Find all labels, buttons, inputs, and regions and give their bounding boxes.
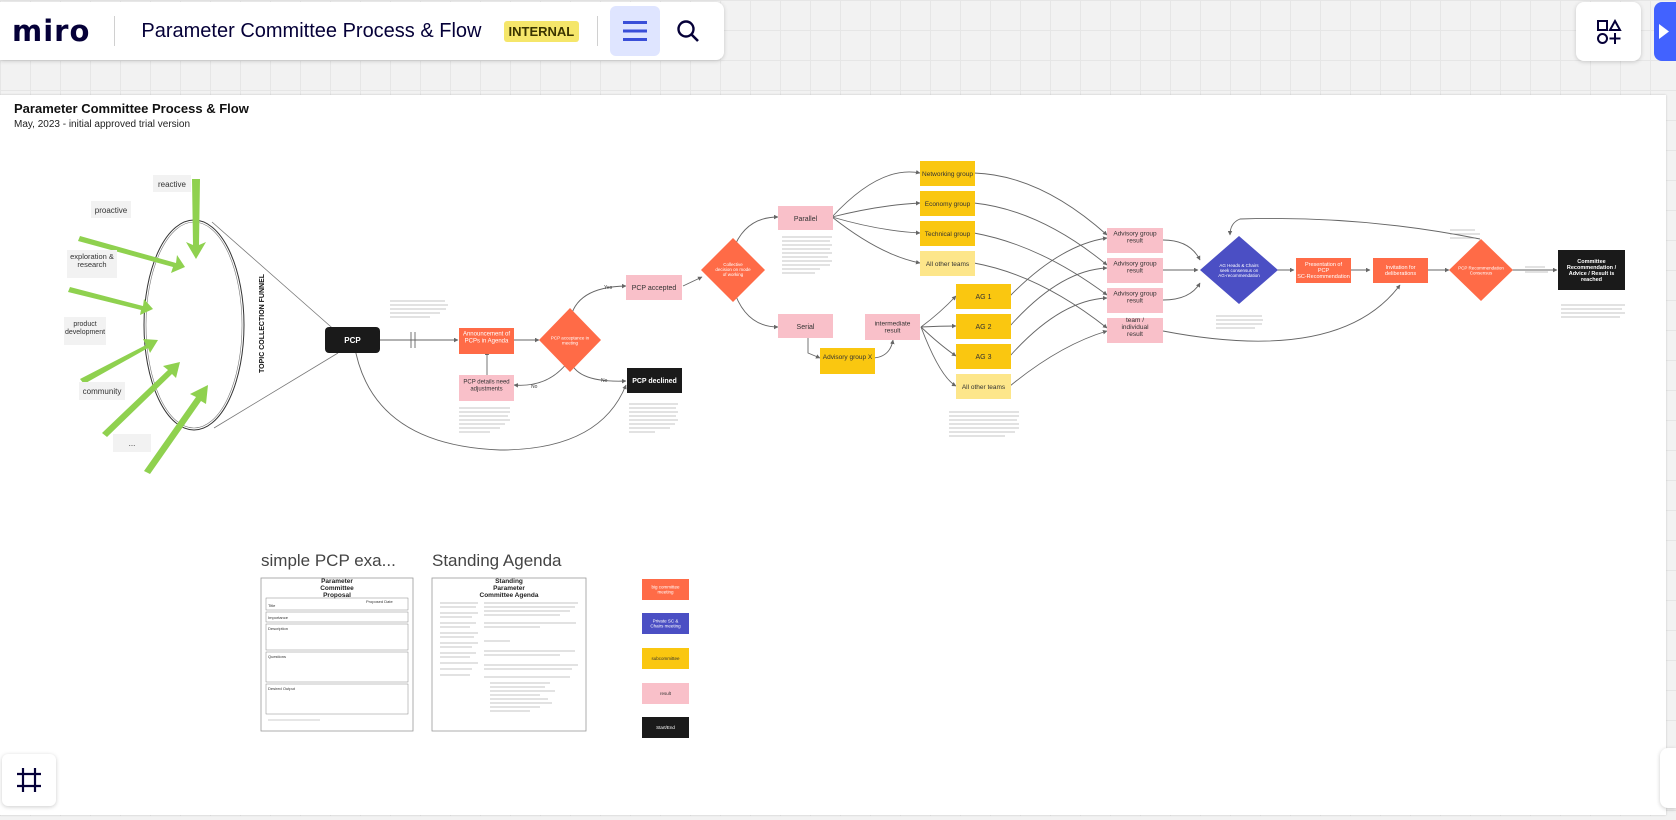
hamburger-icon <box>623 21 648 41</box>
node-pcp-details[interactable]: PCP details need adjustments <box>459 375 514 401</box>
funnel-label: TOPIC COLLECTION FUNNEL <box>259 273 266 373</box>
node-consensus[interactable]: PCP Recommendation Consensus <box>1449 239 1513 301</box>
flow-diagram: Parameter Committee Process & Flow May, … <box>14 101 1625 738</box>
proposal-row: Proposed Date <box>366 599 393 604</box>
toolbar-divider <box>597 16 599 46</box>
shapes-icon <box>1596 18 1622 44</box>
node-pcp-accepted[interactable]: PCP accepted <box>626 275 682 300</box>
legend-item: Private SC & Chairs meeting <box>650 619 681 629</box>
legend-item: result <box>660 691 672 696</box>
node-all-other-1[interactable]: All other teams <box>920 251 975 276</box>
top-toolbar: miro Parameter Committee Process & Flow … <box>0 2 724 60</box>
miro-logo: miro <box>12 14 91 48</box>
node-announcement[interactable]: Announcement of PCPs in Agenda <box>459 328 514 354</box>
svg-text:PCP: PCP <box>344 336 361 345</box>
simple-pcp-title: simple PCP exa... <box>261 551 396 570</box>
svg-text:AG Heads & Chairsseek consensu: AG Heads & Chairs seek consensus on AG-rec… <box>1218 263 1260 278</box>
svg-text:All other teams: All other teams <box>962 384 1006 391</box>
proposal-doc[interactable]: Parameter Committee Proposal Title Propose… <box>260 577 414 732</box>
node-advisory-x[interactable]: Advisory group X <box>820 348 875 374</box>
proposal-row: Questions <box>268 654 286 659</box>
edge-label-no: No <box>531 384 538 390</box>
internal-badge[interactable]: INTERNAL <box>503 20 580 42</box>
node-ag3[interactable]: AG 3 <box>956 344 1011 369</box>
proposal-row: Importance <box>268 615 289 620</box>
input-note: community <box>83 387 122 396</box>
svg-text:AG 3: AG 3 <box>976 354 992 361</box>
node-pcp[interactable]: PCP <box>325 327 380 353</box>
svg-text:PCP declined: PCP declined <box>632 378 677 385</box>
board-frame: Parameter Committee Process & Flow May, … <box>0 95 1666 815</box>
input-note: reactive <box>158 180 187 189</box>
search-button[interactable] <box>666 9 710 53</box>
node-adv-result-2[interactable]: Advisory group result <box>1107 258 1163 283</box>
frame-icon <box>17 768 41 792</box>
input-note: ... <box>129 439 136 448</box>
frame-title: Parameter Committee Process & Flow <box>14 101 250 116</box>
frames-button[interactable] <box>2 754 56 806</box>
node-intermediate[interactable]: intermediate result <box>865 314 920 340</box>
legend: big committee meeting Private SC & Chairs … <box>642 579 689 738</box>
edge-label-no: No <box>601 378 608 384</box>
svg-text:Technical group: Technical group <box>925 231 971 238</box>
svg-text:Invitation fordeliberations: Invitation for deliberations <box>1385 265 1416 277</box>
legend-item: Start/End <box>656 725 675 730</box>
node-networking[interactable]: Networking group <box>920 161 975 186</box>
svg-text:Announcement ofPCPs in Agenda: Announcement of PCPs in Agenda <box>463 332 510 345</box>
present-button[interactable] <box>1654 2 1676 61</box>
proposal-row: Title <box>268 603 276 608</box>
agenda-doc[interactable]: Standing Parameter Committee Agenda <box>431 577 587 732</box>
board-title[interactable]: Parameter Committee Process & Flow <box>141 20 481 43</box>
svg-text:PCP accepted: PCP accepted <box>632 285 677 292</box>
edge-label-yes: Yes <box>604 285 613 291</box>
svg-text:All other teams: All other teams <box>926 261 970 268</box>
svg-text:Advisory group X: Advisory group X <box>823 354 873 361</box>
node-all-other-2[interactable]: All other teams <box>956 374 1011 399</box>
svg-text:AG 2: AG 2 <box>976 324 992 331</box>
node-invitation[interactable]: Invitation for deliberations <box>1373 258 1428 283</box>
node-ag1[interactable]: AG 1 <box>956 284 1011 309</box>
node-pcp-declined[interactable]: PCP declined <box>627 368 682 393</box>
topic-funnel: TOPIC COLLECTION FUNNEL <box>143 219 339 431</box>
legend-item: subcommittee <box>651 656 680 661</box>
input-note: proactive <box>95 206 128 215</box>
node-adv-result-1[interactable]: Advisory group result <box>1107 228 1163 253</box>
node-parallel[interactable]: Parallel <box>778 206 833 230</box>
side-panel-handle[interactable] <box>1660 748 1676 808</box>
proposal-heading: Parameter Committee Proposal <box>320 578 354 599</box>
node-ag-heads[interactable]: AG Heads & Chairs seek consensus on AG-rec… <box>1200 236 1278 304</box>
node-collective-decision[interactable]: Collective decision on mode of working <box>701 238 765 302</box>
search-icon <box>677 20 700 42</box>
present-icon <box>1659 24 1669 39</box>
svg-text:Serial: Serial <box>797 324 815 331</box>
svg-text:Parallel: Parallel <box>794 216 818 223</box>
node-presentation[interactable]: Presentation of PCP SC-Recommendation <box>1296 258 1351 283</box>
node-economy[interactable]: Economy group <box>920 191 975 216</box>
svg-text:AG 1: AG 1 <box>976 294 992 301</box>
node-team-result[interactable]: team / individual result <box>1107 317 1163 343</box>
main-menu-button[interactable] <box>610 6 661 56</box>
node-serial[interactable]: Serial <box>778 314 833 338</box>
node-final[interactable]: Committee Recommendation / Advice / Result… <box>1558 250 1625 290</box>
node-technical[interactable]: Technical group <box>920 221 975 246</box>
node-adv-result-3[interactable]: Advisory group result <box>1107 288 1163 313</box>
proposal-row: Desired Output <box>268 686 296 691</box>
frame-subtitle: May, 2023 - initial approved trial versi… <box>14 119 190 130</box>
node-acceptance[interactable]: PCP acceptance in meeting <box>539 308 601 372</box>
svg-text:Networking group: Networking group <box>922 171 973 178</box>
shapes-button[interactable] <box>1576 2 1641 61</box>
node-ag2[interactable]: AG 2 <box>956 314 1011 339</box>
svg-text:Economy group: Economy group <box>925 201 971 208</box>
toolbar-divider <box>114 16 116 46</box>
standing-agenda-title: Standing Agenda <box>432 551 562 570</box>
proposal-row: Description <box>268 626 288 631</box>
